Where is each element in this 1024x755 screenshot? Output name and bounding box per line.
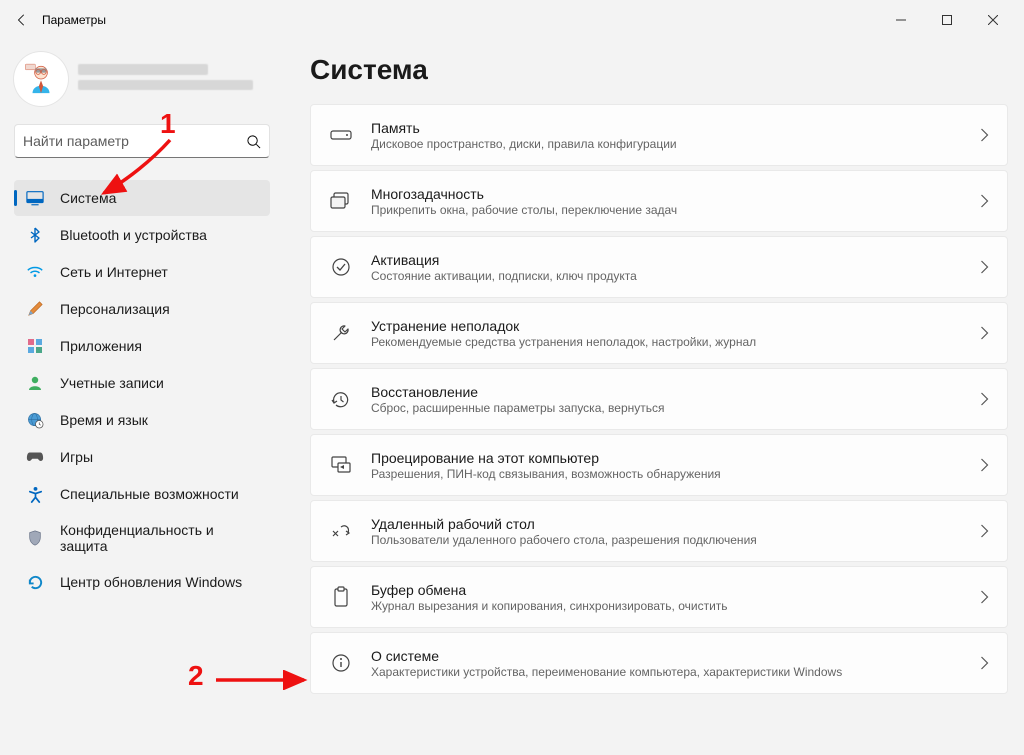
- bluetooth-icon: [26, 226, 44, 244]
- storage-icon: [327, 128, 355, 142]
- sidebar-item-network[interactable]: Сеть и Интернет: [14, 254, 270, 290]
- sidebar-item-label: Bluetooth и устройства: [60, 227, 207, 243]
- sidebar-item-label: Специальные возможности: [60, 486, 239, 502]
- window-title: Параметры: [42, 13, 878, 27]
- card-title: Память: [371, 120, 980, 136]
- settings-list: Память Дисковое пространство, диски, пра…: [310, 104, 1008, 694]
- card-storage[interactable]: Память Дисковое пространство, диски, пра…: [310, 104, 1008, 166]
- sidebar-item-apps[interactable]: Приложения: [14, 328, 270, 364]
- card-troubleshoot[interactable]: Устранение неполадок Рекомендуемые средс…: [310, 302, 1008, 364]
- card-subtitle: Рекомендуемые средства устранения непола…: [371, 335, 980, 349]
- card-projecting[interactable]: Проецирование на этот компьютер Разрешен…: [310, 434, 1008, 496]
- nav: Система Bluetooth и устройства Сеть и Ин…: [14, 180, 270, 600]
- sidebar-item-label: Система: [60, 190, 116, 206]
- brush-icon: [26, 300, 44, 318]
- gamepad-icon: [26, 448, 44, 466]
- accessibility-icon: [26, 485, 44, 503]
- sidebar-item-update[interactable]: Центр обновления Windows: [14, 564, 270, 600]
- card-subtitle: Журнал вырезания и копирования, синхрони…: [371, 599, 980, 613]
- search-icon: [246, 134, 261, 149]
- clipboard-icon: [327, 586, 355, 608]
- sidebar-item-label: Центр обновления Windows: [60, 574, 242, 590]
- card-about[interactable]: О системе Характеристики устройства, пер…: [310, 632, 1008, 694]
- chevron-right-icon: [980, 260, 989, 274]
- remote-desktop-icon: [327, 522, 355, 540]
- title-bar: Параметры: [0, 0, 1024, 40]
- card-title: Удаленный рабочий стол: [371, 516, 980, 532]
- card-subtitle: Сброс, расширенные параметры запуска, ве…: [371, 401, 980, 415]
- chevron-right-icon: [980, 590, 989, 604]
- sidebar-item-accessibility[interactable]: Специальные возможности: [14, 476, 270, 512]
- card-remote[interactable]: Удаленный рабочий стол Пользователи удал…: [310, 500, 1008, 562]
- shield-icon: [26, 529, 44, 547]
- account-info: [78, 64, 270, 95]
- sidebar: Система Bluetooth и устройства Сеть и Ин…: [0, 40, 280, 755]
- card-recovery[interactable]: Восстановление Сброс, расширенные параме…: [310, 368, 1008, 430]
- multitask-icon: [327, 191, 355, 211]
- info-icon: [327, 653, 355, 673]
- chevron-right-icon: [980, 194, 989, 208]
- sidebar-item-bluetooth[interactable]: Bluetooth и устройства: [14, 217, 270, 253]
- card-multitask[interactable]: Многозадачность Прикрепить окна, рабочие…: [310, 170, 1008, 232]
- wifi-icon: [26, 263, 44, 281]
- card-title: О системе: [371, 648, 980, 664]
- account-name-redacted: [78, 64, 208, 75]
- globe-clock-icon: [26, 411, 44, 429]
- card-title: Восстановление: [371, 384, 980, 400]
- sidebar-item-accounts[interactable]: Учетные записи: [14, 365, 270, 401]
- back-button[interactable]: [8, 13, 36, 27]
- sidebar-item-label: Приложения: [60, 338, 142, 354]
- close-button[interactable]: [970, 5, 1016, 35]
- card-subtitle: Дисковое пространство, диски, правила ко…: [371, 137, 980, 151]
- minimize-button[interactable]: [878, 5, 924, 35]
- card-subtitle: Характеристики устройства, переименовани…: [371, 665, 980, 679]
- apps-icon: [26, 337, 44, 355]
- wrench-icon: [327, 323, 355, 343]
- main-content: Система Память Дисковое пространство, ди…: [280, 40, 1024, 755]
- card-title: Активация: [371, 252, 980, 268]
- page-title: Система: [310, 54, 1008, 86]
- sidebar-item-label: Сеть и Интернет: [60, 264, 168, 280]
- card-title: Устранение неполадок: [371, 318, 980, 334]
- search-input[interactable]: [23, 133, 246, 149]
- sidebar-item-label: Учетные записи: [60, 375, 164, 391]
- sidebar-item-label: Конфиденциальность и защита: [60, 522, 258, 554]
- account-header[interactable]: [14, 52, 270, 106]
- projecting-icon: [327, 455, 355, 475]
- check-circle-icon: [327, 257, 355, 277]
- chevron-right-icon: [980, 128, 989, 142]
- chevron-right-icon: [980, 656, 989, 670]
- card-subtitle: Состояние активации, подписки, ключ прод…: [371, 269, 980, 283]
- person-icon: [26, 374, 44, 392]
- card-title: Многозадачность: [371, 186, 980, 202]
- chevron-right-icon: [980, 326, 989, 340]
- sidebar-item-system[interactable]: Система: [14, 180, 270, 216]
- chevron-right-icon: [980, 392, 989, 406]
- sidebar-item-label: Время и язык: [60, 412, 148, 428]
- recovery-icon: [327, 390, 355, 408]
- search-box[interactable]: [14, 124, 270, 158]
- maximize-button[interactable]: [924, 5, 970, 35]
- chevron-right-icon: [980, 458, 989, 472]
- sidebar-item-label: Персонализация: [60, 301, 170, 317]
- card-clipboard[interactable]: Буфер обмена Журнал вырезания и копирова…: [310, 566, 1008, 628]
- sidebar-item-personalization[interactable]: Персонализация: [14, 291, 270, 327]
- sidebar-item-time[interactable]: Время и язык: [14, 402, 270, 438]
- card-title: Буфер обмена: [371, 582, 980, 598]
- sidebar-item-privacy[interactable]: Конфиденциальность и защита: [14, 513, 270, 563]
- system-icon: [26, 189, 44, 207]
- sidebar-item-gaming[interactable]: Игры: [14, 439, 270, 475]
- chevron-right-icon: [980, 524, 989, 538]
- account-email-redacted: [78, 80, 253, 90]
- card-subtitle: Прикрепить окна, рабочие столы, переключ…: [371, 203, 980, 217]
- avatar: [14, 52, 68, 106]
- sidebar-item-label: Игры: [60, 449, 93, 465]
- card-title: Проецирование на этот компьютер: [371, 450, 980, 466]
- card-activation[interactable]: Активация Состояние активации, подписки,…: [310, 236, 1008, 298]
- card-subtitle: Разрешения, ПИН-код связывания, возможно…: [371, 467, 980, 481]
- card-subtitle: Пользователи удаленного рабочего стола, …: [371, 533, 980, 547]
- update-icon: [26, 573, 44, 591]
